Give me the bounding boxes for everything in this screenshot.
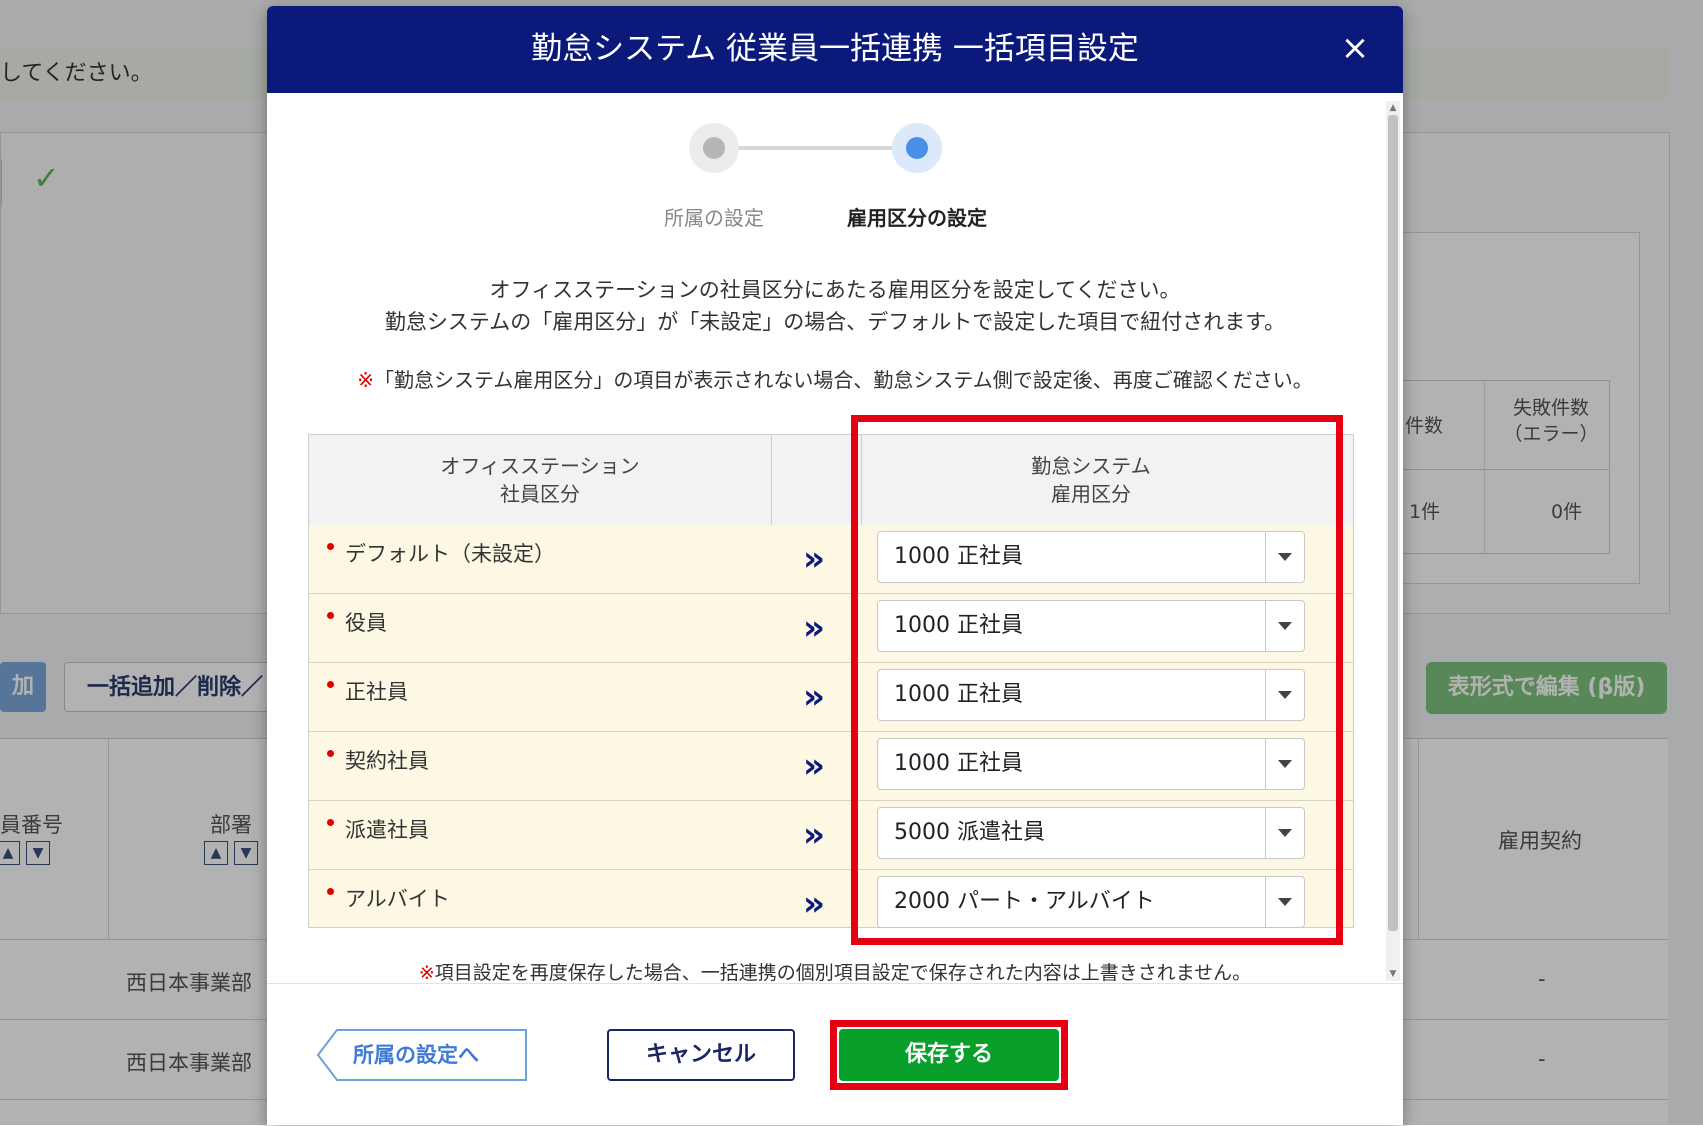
description-line1: オフィスステーションの社員区分にあたる雇用区分を設定してください。 [489, 278, 1181, 302]
row-label: 契約社員 [345, 749, 429, 773]
row-label: 派遣社員 [345, 818, 429, 842]
highlight-frame-save [830, 1020, 1068, 1090]
step-dot-active [892, 123, 942, 173]
modal-footer: 所属の設定へ キャンセル 保存する [267, 983, 1403, 1125]
required-dot-icon [327, 819, 334, 826]
double-chevron-right-icon: ›› [803, 815, 825, 855]
double-chevron-right-icon: ›› [803, 608, 825, 648]
note-mark: ※ [357, 368, 374, 392]
description-line2: 勤怠システムの「雇用区分」が「未設定」の場合、デフォルトで設定した項目で紐付され… [384, 310, 1286, 334]
stepper-line [712, 146, 902, 150]
bulk-settings-modal: 勤怠システム 従業員一括連携 一括項目設定 × 所属の設定 雇用区分の設定 オフ… [267, 6, 1403, 1125]
double-chevron-right-icon: ›› [803, 884, 825, 924]
cancel-button[interactable]: キャンセル [607, 1029, 795, 1081]
double-chevron-right-icon: ›› [803, 539, 825, 579]
modal-scrollbar[interactable]: ▲ ▼ [1386, 101, 1400, 981]
required-dot-icon [327, 543, 334, 550]
scroll-down-icon[interactable]: ▼ [1386, 967, 1400, 981]
required-dot-icon [327, 681, 334, 688]
row-label: 正社員 [345, 680, 408, 704]
bottom-note: ※項目設定を再度保存した場合、一括連携の個別項目設定で保存された内容は上書きされ… [418, 962, 1252, 984]
row-label: 役員 [345, 611, 387, 635]
top-note: ※「勤怠システム雇用区分」の項目が表示されない場合、勤怠システム側で設定後、再度… [357, 368, 1313, 392]
row-label: アルバイト [345, 887, 450, 911]
required-dot-icon [327, 888, 334, 895]
step-label-employment: 雇用区分の設定 [847, 206, 987, 230]
required-dot-icon [327, 612, 334, 619]
highlight-frame-select-column [851, 415, 1343, 945]
step-dot-done [689, 123, 739, 173]
modal-content: 所属の設定 雇用区分の設定 オフィスステーションの社員区分にあたる雇用区分を設定… [267, 6, 1403, 984]
header-office-station: オフィスステーション 社員区分 [440, 454, 640, 506]
step-label-affiliation: 所属の設定 [664, 206, 764, 230]
scroll-up-icon[interactable]: ▲ [1386, 101, 1400, 115]
row-label: デフォルト（未設定） [345, 542, 555, 566]
double-chevron-right-icon: ›› [803, 677, 825, 717]
back-to-affiliation-button[interactable]: 所属の設定へ [317, 1029, 527, 1081]
scroll-thumb[interactable] [1388, 115, 1398, 931]
double-chevron-right-icon: ›› [803, 746, 825, 786]
required-dot-icon [327, 750, 334, 757]
